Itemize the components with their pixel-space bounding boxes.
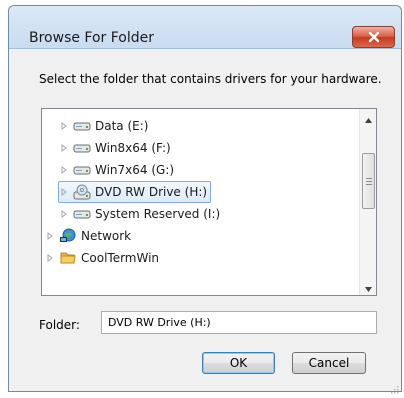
chevron-down-icon: [365, 277, 372, 295]
tree-item-label: Win7x64 (G:): [95, 163, 175, 177]
drive-icon: [73, 162, 91, 178]
cancel-button[interactable]: Cancel: [292, 352, 366, 374]
tree-item-label: Data (E:): [95, 119, 149, 133]
tree-item-label: Win8x64 (F:): [95, 141, 171, 155]
expand-arrow-icon[interactable]: [59, 209, 69, 219]
window-title: Browse For Folder: [29, 30, 155, 46]
drive-icon: [73, 118, 91, 134]
tree-item-label: CoolTermWin: [81, 251, 160, 265]
dvd-drive-icon: [73, 184, 91, 200]
tree-item-dvd-rw-drive-h[interactable]: DVD RW Drive (H:): [58, 181, 212, 203]
tree-item-system-reserved-i[interactable]: System Reserved (I:): [58, 203, 224, 225]
close-button[interactable]: [352, 26, 395, 48]
scroll-down-button[interactable]: [360, 277, 376, 295]
expand-arrow-icon[interactable]: [45, 253, 55, 263]
expand-arrow-icon[interactable]: [59, 165, 69, 175]
drive-icon: [73, 140, 91, 156]
tree-item-win7x64-g[interactable]: Win7x64 (G:): [58, 159, 178, 181]
network-icon: [59, 228, 77, 244]
folder-label: Folder:: [39, 318, 80, 332]
drive-icon: [73, 206, 91, 222]
title-bar[interactable]: Browse For Folder: [9, 6, 401, 49]
instruction-text: Select the folder that contains drivers …: [39, 72, 382, 86]
expand-arrow-icon[interactable]: [59, 121, 69, 131]
tree-item-node[interactable]: Data (E:): [58, 115, 152, 137]
expand-arrow-icon[interactable]: [59, 187, 69, 197]
grip-icon: [365, 177, 372, 185]
tree-item-node[interactable]: CoolTermWin: [44, 247, 163, 269]
tree-item-node-selected[interactable]: DVD RW Drive (H:): [58, 181, 212, 203]
close-icon: [368, 31, 380, 43]
chevron-up-icon: [365, 109, 372, 127]
tree-item-cooltermwin[interactable]: CoolTermWin: [44, 247, 163, 269]
resize-grip-icon[interactable]: [389, 379, 399, 394]
folder-input[interactable]: DVD RW Drive (H:): [101, 311, 377, 334]
tree-item-label: System Reserved (I:): [95, 207, 221, 221]
tree-item-node[interactable]: Win7x64 (G:): [58, 159, 178, 181]
tree-item-node[interactable]: Win8x64 (F:): [58, 137, 175, 159]
vertical-scrollbar[interactable]: [359, 109, 376, 295]
tree-item-label: DVD RW Drive (H:): [95, 185, 208, 199]
browse-for-folder-dialog: Browse For Folder Select the folder that…: [8, 5, 402, 394]
expand-arrow-icon[interactable]: [59, 143, 69, 153]
tree-item-network[interactable]: Network: [44, 225, 135, 247]
expand-arrow-icon[interactable]: [45, 231, 55, 241]
scroll-thumb[interactable]: [362, 153, 375, 209]
tree-item-win8x64-f[interactable]: Win8x64 (F:): [58, 137, 175, 159]
tree-item-node[interactable]: Network: [44, 225, 135, 247]
folder-tree[interactable]: Data (E:) Win8x64 (F:) Win7x64 (G:) DVD …: [41, 108, 377, 296]
scroll-up-button[interactable]: [360, 109, 376, 127]
ok-button[interactable]: OK: [202, 352, 275, 374]
tree-item-label: Network: [81, 229, 132, 243]
tree-item-node[interactable]: System Reserved (I:): [58, 203, 224, 225]
tree-item-data-e[interactable]: Data (E:): [58, 115, 152, 137]
folder-icon: [59, 250, 77, 266]
